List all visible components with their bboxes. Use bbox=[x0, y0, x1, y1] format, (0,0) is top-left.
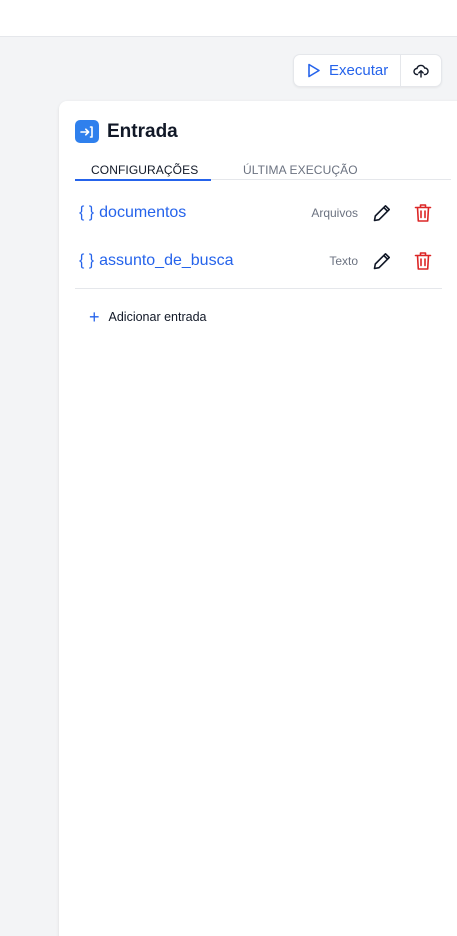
trash-icon[interactable] bbox=[414, 203, 432, 223]
enter-icon bbox=[75, 120, 99, 143]
input-row[interactable]: { } documentos Arquivos bbox=[59, 189, 451, 237]
trash-icon[interactable] bbox=[414, 251, 432, 271]
tab-ultima-execucao[interactable]: ÚLTIMA EXECUÇÃO bbox=[243, 163, 358, 177]
upload-button[interactable] bbox=[401, 55, 441, 86]
input-name[interactable]: { } documentos bbox=[79, 204, 186, 222]
edit-icon[interactable] bbox=[372, 251, 392, 271]
add-entry-label: Adicionar entrada bbox=[108, 310, 207, 324]
run-button[interactable]: Executar bbox=[294, 55, 402, 86]
run-button-label: Executar bbox=[329, 62, 389, 79]
input-list: { } documentos Arquivos { } assunto_de_b… bbox=[59, 189, 451, 285]
active-tab-indicator bbox=[75, 179, 211, 181]
play-icon bbox=[308, 63, 320, 78]
panel-header: Entrada bbox=[75, 120, 178, 143]
panel-title: Entrada bbox=[107, 120, 178, 142]
divider bbox=[75, 288, 442, 289]
input-row[interactable]: { } assunto_de_busca Texto bbox=[59, 237, 451, 285]
input-name-label: documentos bbox=[99, 204, 187, 221]
toolbar: Executar bbox=[293, 54, 443, 87]
braces-icon: { } bbox=[79, 204, 95, 221]
input-panel: Entrada CONFIGURAÇÕES ÚLTIMA EXECUÇÃO { … bbox=[59, 101, 457, 936]
tab-bar: CONFIGURAÇÕES ÚLTIMA EXECUÇÃO bbox=[75, 161, 451, 181]
plus-icon: + bbox=[89, 307, 100, 327]
braces-icon: { } bbox=[79, 252, 95, 269]
edit-icon[interactable] bbox=[372, 203, 392, 223]
tab-configuracoes[interactable]: CONFIGURAÇÕES bbox=[91, 163, 198, 177]
top-bar bbox=[0, 0, 457, 37]
cloud-upload-icon bbox=[413, 64, 429, 78]
add-entry-button[interactable]: + Adicionar entrada bbox=[89, 308, 207, 326]
input-type: Texto bbox=[329, 254, 358, 268]
input-name-label: assunto_de_busca bbox=[99, 252, 234, 269]
input-name[interactable]: { } assunto_de_busca bbox=[79, 252, 233, 270]
input-type: Arquivos bbox=[311, 206, 358, 220]
